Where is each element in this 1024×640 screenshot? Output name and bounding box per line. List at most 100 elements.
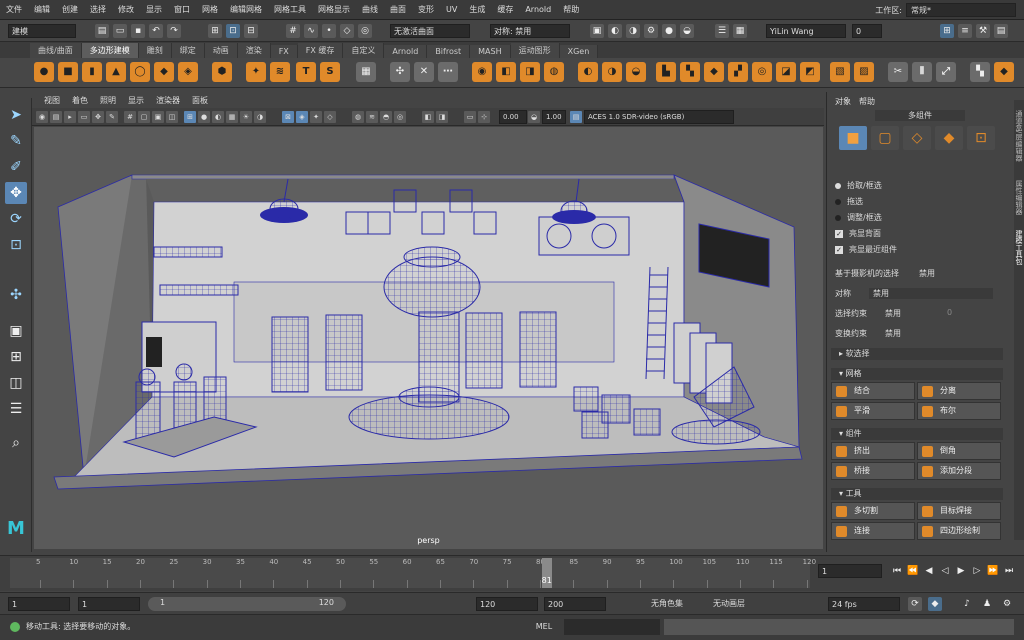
viewport-menu-item[interactable]: 着色 — [66, 95, 94, 106]
camera-based-selection-value[interactable]: 禁用 — [919, 268, 935, 279]
shelf-tab[interactable]: 雕刻 — [138, 43, 172, 58]
merge-icon[interactable]: ◪ — [776, 62, 796, 82]
menu-item[interactable]: 网格 — [196, 4, 224, 15]
viewport-menu-item[interactable]: 照明 — [94, 95, 122, 106]
xray-components-icon[interactable]: ◇ — [324, 111, 336, 123]
auto-key-icon[interactable]: ◆ — [928, 597, 942, 611]
radio-drag[interactable]: 拖选 — [835, 196, 863, 207]
ipr-render-icon[interactable]: ◑ — [626, 24, 640, 38]
mirror-icon[interactable]: ◐ — [578, 62, 598, 82]
new-scene-icon[interactable]: ▤ — [95, 24, 109, 38]
menu-item[interactable]: 网格工具 — [268, 4, 312, 15]
menu-item[interactable]: 编辑 — [28, 4, 56, 15]
shelf-tab[interactable]: 自定义 — [343, 43, 385, 58]
rotate-tool-icon[interactable]: ⟳ — [5, 208, 27, 230]
type-tool-icon[interactable]: T — [296, 62, 316, 82]
menu-item[interactable]: 修改 — [112, 4, 140, 15]
poly-disc-icon[interactable]: ◈ — [178, 62, 198, 82]
combine-icon[interactable]: ◉ — [472, 62, 492, 82]
menuset-dropdown[interactable]: 建模 — [8, 24, 76, 38]
symmetry-dropdown[interactable]: 对称: 禁用 — [490, 24, 570, 38]
viewport-menu-item[interactable]: 视图 — [38, 95, 66, 106]
open-scene-icon[interactable]: ▭ — [113, 24, 127, 38]
playback-end-field[interactable]: 120 — [476, 597, 538, 611]
script-language-label[interactable]: MEL — [530, 619, 558, 635]
multicut-icon[interactable]: ✂ — [888, 62, 908, 82]
character-set-dropdown[interactable]: 无角色集 — [648, 597, 708, 611]
notifications-count[interactable]: 0 — [852, 24, 882, 38]
object-mode-icon[interactable]: ■ — [839, 126, 867, 150]
menu-item[interactable]: 创建 — [56, 4, 84, 15]
xray-joints-icon[interactable]: ✦ — [310, 111, 322, 123]
reduce-icon[interactable]: ◒ — [626, 62, 646, 82]
camera-guides-icon[interactable]: ▭ — [464, 111, 476, 123]
snap-together-icon[interactable]: ✕ — [414, 62, 434, 82]
shelf-tab-polygon-modeling[interactable]: 多边形建模 — [81, 43, 139, 58]
default-material-icon[interactable]: ◐ — [212, 111, 224, 123]
color-management-icon[interactable]: ▤ — [570, 111, 582, 123]
goto-end-icon[interactable]: ⏭ — [1002, 564, 1016, 578]
collapse-icon[interactable]: ▧ — [830, 62, 850, 82]
attribute-editor-icon[interactable]: ≡ — [958, 24, 972, 38]
selection-constraint-num[interactable]: 0 — [947, 308, 952, 317]
gamma-icon[interactable]: ◒ — [528, 111, 540, 123]
attribute-editor-tab[interactable]: 属性编辑器 — [1014, 180, 1024, 215]
poke-icon[interactable]: ▨ — [854, 62, 874, 82]
shelf-tab[interactable]: FX — [270, 45, 298, 58]
bookmark-icon[interactable]: ▸ — [64, 111, 76, 123]
append-icon[interactable]: ◎ — [752, 62, 772, 82]
persp-outliner-icon[interactable]: ◫ — [5, 372, 27, 394]
symmetry-value[interactable]: 禁用 — [869, 288, 993, 299]
soft-select-section[interactable]: ▸ 软选择 — [831, 348, 1003, 360]
shelf-tab[interactable]: FX 缓存 — [297, 43, 344, 58]
select-component-icon[interactable]: ⊟ — [244, 24, 258, 38]
mesh-section[interactable]: ▾ 网格 — [831, 368, 1003, 380]
menu-item[interactable]: 编辑网格 — [224, 4, 268, 15]
menu-item[interactable]: 帮助 — [557, 4, 585, 15]
menu-item[interactable]: 显示 — [140, 4, 168, 15]
smooth-button[interactable]: 平滑 — [831, 402, 915, 420]
shelf-tab[interactable]: 曲线/曲面 — [30, 43, 82, 58]
panel-menu-help[interactable]: 帮助 — [859, 96, 875, 107]
isolate-select-icon[interactable]: ◧ — [422, 111, 434, 123]
step-back-key-icon[interactable]: ⏪ — [906, 564, 920, 578]
radio-tweak-marquee[interactable]: 调整/框选 — [835, 212, 882, 223]
smooth-icon[interactable]: ◍ — [544, 62, 564, 82]
select-tool-icon[interactable]: ➤ — [5, 104, 27, 126]
workspace-dropdown[interactable]: 常规* — [906, 3, 1016, 17]
component-section[interactable]: ▾ 组件 — [831, 428, 1003, 440]
extrude-icon[interactable]: ▙ — [656, 62, 676, 82]
tool-settings-icon[interactable]: ⚒ — [976, 24, 990, 38]
play-back-icon[interactable]: ◁ — [938, 564, 952, 578]
separate-button[interactable]: 分离 — [917, 382, 1001, 400]
channel-box-icon[interactable]: ▤ — [994, 24, 1008, 38]
character-icon[interactable]: ♟ — [980, 597, 994, 611]
boolean-icon[interactable]: ◑ — [602, 62, 622, 82]
shelf-tab[interactable]: 绑定 — [171, 43, 205, 58]
checkbox-nearest[interactable]: ✓ 亮显最近组件 — [835, 244, 897, 255]
image-plane-icon[interactable]: ▭ — [78, 111, 90, 123]
measure-icon[interactable]: ⋯ — [438, 62, 458, 82]
menu-item[interactable]: 变形 — [412, 4, 440, 15]
paint-select-icon[interactable]: ✐ — [5, 156, 27, 178]
step-forward-key-icon[interactable]: ⏩ — [986, 564, 1000, 578]
extrude-button[interactable]: 挤出 — [831, 442, 915, 460]
vertex-mode-icon[interactable]: ▢ — [871, 126, 899, 150]
xray-icon[interactable]: ◈ — [296, 111, 308, 123]
poly-cube-icon[interactable]: ■ — [58, 62, 78, 82]
save-scene-icon[interactable]: ▪ — [131, 24, 145, 38]
channel-box-tab[interactable]: 通道盒/层编辑器 — [1014, 110, 1024, 161]
viewport-menu-item[interactable]: 渲染器 — [150, 95, 186, 106]
command-input[interactable] — [564, 619, 660, 635]
shelf-tab[interactable]: 渲染 — [237, 43, 271, 58]
transform-constraint-value[interactable]: 禁用 — [885, 328, 901, 339]
snap-surface-icon[interactable]: ◎ — [358, 24, 372, 38]
user-account[interactable]: YiLin Wang — [766, 24, 846, 38]
xray-active-icon[interactable]: ◨ — [436, 111, 448, 123]
anim-layer-dropdown[interactable]: 无动画层 — [710, 597, 770, 611]
bridge-button[interactable]: 桥接 — [831, 462, 915, 480]
grid-toggle-icon[interactable]: # — [124, 111, 136, 123]
poly-cylinder-icon[interactable]: ▮ — [82, 62, 102, 82]
bevel-icon[interactable]: ◆ — [704, 62, 724, 82]
menu-item[interactable]: 文件 — [0, 4, 28, 15]
